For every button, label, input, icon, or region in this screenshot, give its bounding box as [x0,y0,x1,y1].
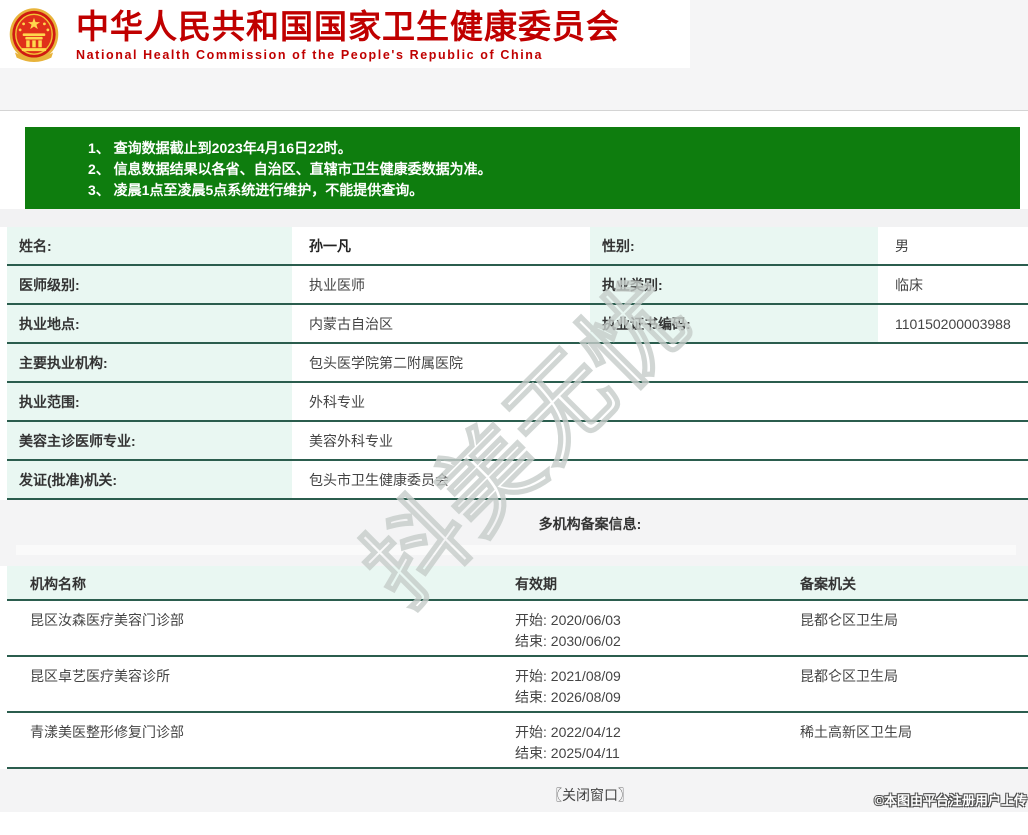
main-institution-label: 主要执业机构: [7,344,292,381]
section-divider-strip [16,545,1016,555]
table-row: 青漾美医整形修复门诊部 开始: 2022/04/12 结束: 2025/04/1… [7,713,1028,769]
issuing-authority-value: 包头市卫生健康委员会 [295,461,1028,498]
table-row: 昆区卓艺医疗美容诊所 开始: 2021/08/09 结束: 2026/08/09… [7,657,1028,713]
doctor-level-label: 医师级别: [7,266,292,303]
practice-scope-label: 执业范围: [7,383,292,420]
table-row: 姓名: 孙一凡 性别: 男 [7,227,1028,266]
period-end: 结束: 2030/06/02 [515,633,621,649]
photo-upload-watermark: ©本图由平台注册用户上传 [874,793,1027,808]
practice-scope-value: 外科专业 [295,383,1028,420]
name-label: 姓名: [7,227,292,264]
notice-line-3: 3、 凌晨1点至凌晨5点系统进行维护，不能提供查询。 [88,182,424,198]
table-row: 执业地点: 内蒙古自治区 执业证书编码: 110150200003988 [7,305,1028,344]
column-header-authority: 备案机关 [800,576,856,592]
close-window-link[interactable]: 〖关闭窗口〗 [548,785,632,805]
section-title: 多机构备案信息: [538,516,642,532]
footer-band: 〖关闭窗口〗 ©本图由平台注册用户上传 [0,769,1028,812]
record-authority: 稀土高新区卫生局 [800,724,912,740]
period-end: 结束: 2026/08/09 [515,689,621,705]
issuing-authority-label: 发证(批准)机关: [7,461,292,498]
period-start: 开始: 2020/06/03 [515,612,621,628]
valid-period: 开始: 2022/04/12 结束: 2025/04/11 [515,713,800,767]
table-row: 昆区汝森医疗美容门诊部 开始: 2020/06/03 结束: 2030/06/0… [7,601,1028,657]
table-header-row: 机构名称 有效期 备案机关 [7,566,1028,601]
practice-place-label: 执业地点: [7,305,292,342]
valid-period: 开始: 2020/06/03 结束: 2030/06/02 [515,601,800,655]
notice-line-1: 1、 查询数据截止到2023年4月16日22时。 [88,140,352,156]
site-title-en: National Health Commission of the People… [76,47,544,62]
practice-category-label: 执业类别: [590,266,878,303]
period-start: 开始: 2021/08/09 [515,668,621,684]
china-national-emblem-icon [9,8,59,62]
doctor-info-table: 姓名: 孙一凡 性别: 男 医师级别: 执业医师 执业类别: 临床 执业地点: … [7,227,1028,500]
spacer-strip [0,209,1028,227]
certificate-no-label: 执业证书编码: [590,305,878,342]
period-start: 开始: 2022/04/12 [515,724,621,740]
table-row: 美容主诊医师专业: 美容外科专业 [7,422,1028,461]
multi-institution-table: 机构名称 有效期 备案机关 昆区汝森医疗美容门诊部 开始: 2020/06/03… [7,566,1028,769]
gender-value: 男 [881,227,1028,264]
institution-name: 昆区卓艺医疗美容诊所 [30,668,170,684]
cosmetic-specialty-value: 美容外科专业 [295,422,1028,459]
multi-institution-section-band: 多机构备案信息: [0,500,1028,566]
table-row: 执业范围: 外科专业 [7,383,1028,422]
site-title-cn: 中华人民共和国国家卫生健康委员会 [76,7,620,45]
header-titles: 中华人民共和国国家卫生健康委员会 National Health Commiss… [76,7,620,62]
main-institution-value: 包头医学院第二附属医院 [295,344,1028,381]
cosmetic-specialty-label: 美容主诊医师专业: [7,422,292,459]
valid-period: 开始: 2021/08/09 结束: 2026/08/09 [515,657,800,711]
institution-name: 青漾美医整形修复门诊部 [30,724,184,740]
table-row: 主要执业机构: 包头医学院第二附属医院 [7,344,1028,383]
name-value: 孙一凡 [295,227,587,264]
record-authority: 昆都仑区卫生局 [800,612,898,628]
site-header: 中华人民共和国国家卫生健康委员会 National Health Commiss… [0,0,690,68]
practice-place-value: 内蒙古自治区 [295,305,587,342]
table-row: 医师级别: 执业医师 执业类别: 临床 [7,266,1028,305]
gender-label: 性别: [590,227,878,264]
practice-category-value: 临床 [881,266,1028,303]
notice-line-2: 2、 信息数据结果以各省、自治区、直辖市卫生健康委数据为准。 [88,161,492,177]
column-header-name: 机构名称 [30,576,86,592]
certificate-no-value: 110150200003988 [881,305,1028,342]
institution-name: 昆区汝森医疗美容门诊部 [30,612,184,628]
record-authority: 昆都仑区卫生局 [800,668,898,684]
column-header-period: 有效期 [515,576,557,592]
period-end: 结束: 2025/04/11 [515,745,620,761]
query-notice: 1、 查询数据截止到2023年4月16日22时。 2、 信息数据结果以各省、自治… [25,127,1020,209]
top-band: 中华人民共和国国家卫生健康委员会 National Health Commiss… [0,0,1028,111]
doctor-level-value: 执业医师 [295,266,587,303]
table-row: 发证(批准)机关: 包头市卫生健康委员会 [7,461,1028,500]
